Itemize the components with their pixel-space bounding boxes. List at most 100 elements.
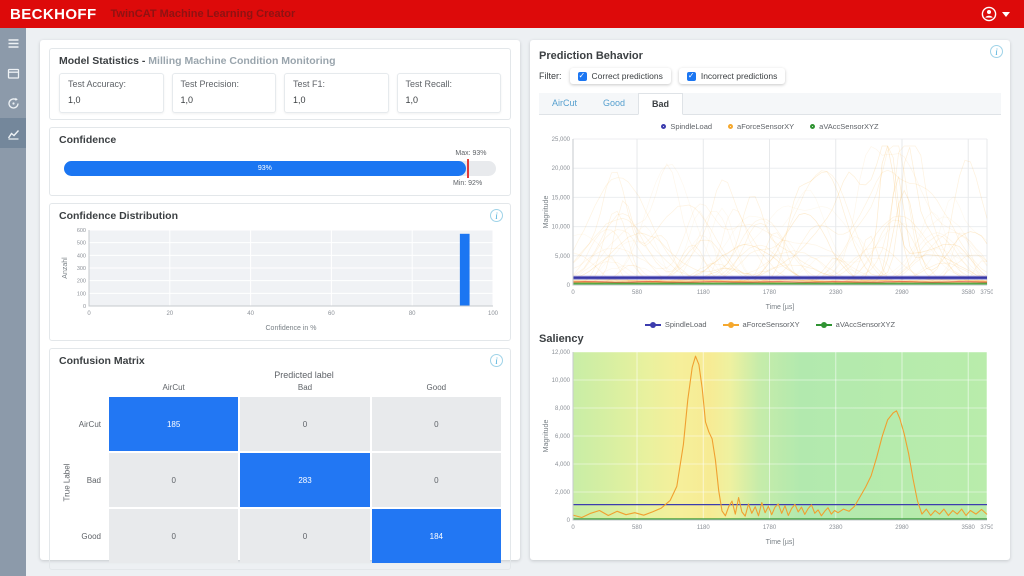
checkbox-checked-icon[interactable] — [687, 72, 696, 81]
sidebar-item-statistics[interactable] — [0, 118, 26, 148]
svg-text:Time [µs]: Time [µs] — [766, 304, 795, 311]
confidence-distribution-chart: 0100200300400500600020406080100Confidenc… — [59, 222, 501, 334]
svg-text:4,000: 4,000 — [555, 462, 571, 468]
svg-text:3750: 3750 — [980, 290, 993, 296]
confusion-matrix-title: Confusion Matrix — [59, 355, 501, 367]
matrix-cell: 185 — [109, 397, 238, 451]
true-label-axis: True Label — [63, 463, 72, 503]
hamburger-icon — [7, 37, 20, 50]
svg-text:0: 0 — [571, 290, 575, 296]
svg-text:20,000: 20,000 — [552, 166, 571, 172]
svg-text:600: 600 — [77, 228, 86, 234]
col-header-bad: Bad — [240, 381, 369, 395]
matrix-cell: 184 — [372, 509, 501, 563]
main-content: Model Statistics - Milling Machine Condi… — [26, 28, 1024, 576]
svg-text:2380: 2380 — [829, 525, 843, 531]
sidebar-item-deploy[interactable] — [0, 88, 26, 118]
tab-good[interactable]: Good — [590, 93, 638, 114]
svg-text:2380: 2380 — [829, 290, 843, 296]
app-header: BECKHOFF TwinCAT Machine Learning Creato… — [0, 0, 1024, 28]
confidence-progress-bar: 93% Max: 93% Min: 92% — [64, 161, 496, 176]
matrix-cell: 0 — [109, 453, 238, 507]
confidence-progress-fill: 93% — [64, 161, 466, 176]
matrix-cell: 0 — [372, 453, 501, 507]
matrix-cell: 0 — [109, 509, 238, 563]
predicted-label-axis: Predicted label — [71, 370, 501, 380]
tab-aircut[interactable]: AirCut — [539, 93, 590, 114]
saliency-title: Saliency — [539, 333, 1001, 345]
legend-item-avaccsensorxyz[interactable]: aVAccSensorXYZ — [810, 122, 878, 131]
svg-text:2,000: 2,000 — [555, 490, 571, 496]
metric-test-precision: Test Precision: 1,0 — [172, 73, 277, 113]
svg-text:3750: 3750 — [980, 525, 993, 531]
svg-text:2980: 2980 — [895, 525, 909, 531]
model-name: Milling Machine Condition Monitoring — [148, 55, 335, 67]
matrix-cell: 0 — [372, 397, 501, 451]
window-icon — [7, 67, 20, 80]
model-statistics-panel: Model Statistics - Milling Machine Condi… — [40, 40, 520, 560]
app-title: TwinCAT Machine Learning Creator — [111, 8, 296, 20]
svg-text:5,000: 5,000 — [555, 254, 571, 260]
svg-text:1780: 1780 — [763, 525, 777, 531]
saliency-chart: 02,0004,0006,0008,00010,00012,0000580118… — [539, 346, 1001, 548]
filter-incorrect-predictions[interactable]: Incorrect predictions — [679, 68, 786, 84]
matrix-cell: 0 — [240, 397, 369, 451]
metric-test-f1: Test F1: 1,0 — [284, 73, 389, 113]
prediction-behavior-chart: 05,00010,00015,00020,00025,0000580118017… — [539, 133, 1001, 313]
legend-circle-icon — [661, 124, 666, 129]
legend-dotline-icon — [816, 324, 832, 326]
filter-row: Filter: Correct predictions Incorrect pr… — [539, 68, 1001, 84]
confusion-matrix-grid: AirCut Bad Good AirCut 185 0 0 Bad 0 283… — [71, 381, 501, 563]
user-menu-caret-icon[interactable] — [1002, 12, 1010, 17]
confidence-max-marker — [467, 159, 469, 178]
matrix-cell: 0 — [240, 509, 369, 563]
saliency-legend: SpindleLoad aForceSensorXY aVAccSensorXY… — [539, 320, 1001, 329]
legend-item-aforcesensorxy[interactable]: aForceSensorXY — [723, 320, 800, 329]
legend-item-aforcesensorxy[interactable]: aForceSensorXY — [728, 122, 794, 131]
svg-text:1180: 1180 — [697, 525, 711, 531]
svg-text:Confidence in %: Confidence in % — [266, 325, 317, 332]
info-icon[interactable]: i — [490, 209, 503, 222]
row-header-aircut: AirCut — [71, 397, 107, 451]
confidence-distribution-box: Confidence Distribution i 01002003004005… — [49, 203, 511, 341]
svg-text:3580: 3580 — [962, 525, 976, 531]
svg-text:Time [µs]: Time [µs] — [766, 539, 795, 546]
svg-text:1780: 1780 — [763, 290, 777, 296]
svg-text:Magnitude: Magnitude — [543, 196, 550, 229]
checkbox-checked-icon[interactable] — [578, 72, 587, 81]
svg-text:400: 400 — [77, 253, 86, 259]
confidence-box: Confidence 93% Max: 93% Min: 92% — [49, 127, 511, 196]
confusion-matrix-box: Confusion Matrix i Predicted label True … — [49, 348, 511, 570]
confusion-matrix: Predicted label True Label AirCut Bad Go… — [59, 370, 501, 563]
col-header-aircut: AirCut — [109, 381, 238, 395]
info-icon[interactable]: i — [990, 45, 1003, 58]
svg-text:12,000: 12,000 — [552, 350, 571, 356]
metric-cards: Test Accuracy: 1,0 Test Precision: 1,0 T… — [59, 73, 501, 113]
sidebar-item-menu[interactable] — [0, 28, 26, 58]
svg-text:6,000: 6,000 — [555, 434, 571, 440]
legend-item-spindleload[interactable]: SpindleLoad — [661, 122, 712, 131]
svg-text:0: 0 — [87, 311, 91, 317]
filter-correct-predictions[interactable]: Correct predictions — [570, 68, 671, 84]
legend-dotline-icon — [723, 324, 739, 326]
svg-text:0: 0 — [571, 525, 575, 531]
svg-text:20: 20 — [166, 311, 173, 317]
beckhoff-logo: BECKHOFF — [10, 6, 97, 23]
prediction-behavior-panel: Prediction Behavior i Filter: Correct pr… — [530, 40, 1010, 560]
model-statistics-header-box: Model Statistics - Milling Machine Condi… — [49, 48, 511, 120]
svg-text:580: 580 — [632, 525, 643, 531]
legend-circle-icon — [810, 124, 815, 129]
info-icon[interactable]: i — [490, 354, 503, 367]
legend-dotline-icon — [645, 324, 661, 326]
filter-label: Filter: — [539, 71, 562, 81]
svg-text:3580: 3580 — [962, 290, 976, 296]
svg-text:25,000: 25,000 — [552, 137, 571, 143]
legend-item-avaccsensorxyz[interactable]: aVAccSensorXYZ — [816, 320, 895, 329]
legend-item-spindleload[interactable]: SpindleLoad — [645, 320, 707, 329]
user-account-icon[interactable] — [981, 6, 997, 22]
sidebar-item-workspace[interactable] — [0, 58, 26, 88]
svg-text:10,000: 10,000 — [552, 378, 571, 384]
legend-circle-icon — [728, 124, 733, 129]
tab-bad[interactable]: Bad — [638, 93, 683, 115]
svg-text:80: 80 — [409, 311, 416, 317]
